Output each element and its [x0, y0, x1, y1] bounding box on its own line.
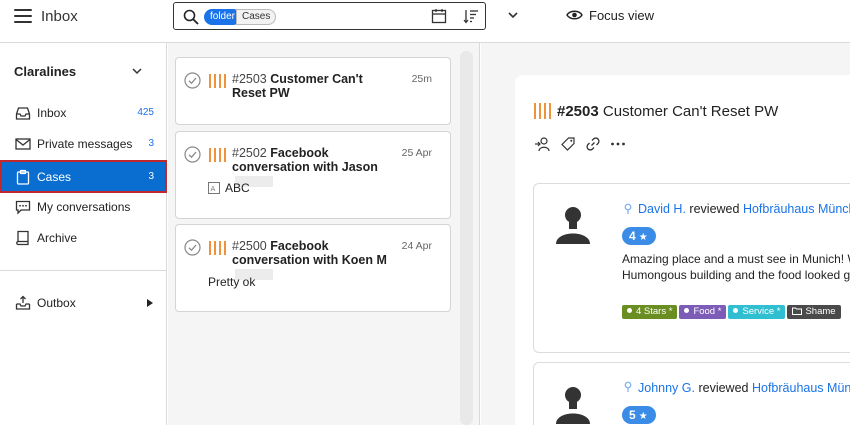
menu-icon[interactable] — [14, 9, 32, 25]
sidebar-item-my-conversations[interactable]: My conversations — [0, 193, 167, 221]
more-options-icon[interactable] — [610, 136, 626, 152]
organization-name[interactable]: Claralines — [14, 64, 76, 79]
link-icon[interactable] — [585, 136, 601, 152]
folder-icon — [792, 307, 803, 315]
translate-icon: A — [208, 182, 220, 194]
sidebar-item-label: Private messages — [37, 137, 133, 151]
reviewer-link[interactable]: David H. — [638, 202, 686, 216]
priority-icon — [209, 74, 229, 88]
case-card[interactable]: #2502 Facebook conversation with Jason 2… — [175, 131, 451, 219]
sidebar-item-private-messages[interactable]: Private messages 3 — [0, 130, 167, 158]
check-circle-icon[interactable] — [184, 239, 201, 256]
focus-view-button[interactable]: Focus view — [589, 8, 654, 23]
case-time: 25 Apr — [401, 147, 432, 159]
eye-icon[interactable] — [566, 8, 583, 22]
check-circle-icon[interactable] — [184, 146, 201, 163]
sidebar-item-archive[interactable]: Archive — [0, 224, 167, 252]
priority-icon — [209, 148, 229, 162]
sidebar-item-label: Archive — [37, 231, 78, 245]
case-time: 25m — [411, 73, 432, 85]
sidebar: Claralines Inbox 425 Private messages 3 … — [0, 43, 167, 425]
place-link[interactable]: Hofbräuhaus Münche — [752, 381, 850, 395]
review-card[interactable]: David H. reviewed Hofbräuhaus Münche 4★ … — [533, 183, 850, 353]
review-header: David H. reviewed Hofbräuhaus Münche — [638, 202, 850, 216]
divider — [0, 270, 167, 271]
sidebar-item-outbox[interactable]: Outbox — [0, 289, 167, 317]
rating-badge: 5 ★ — [622, 406, 656, 424]
envelope-icon — [15, 138, 31, 150]
place-link[interactable]: Hofbräuhaus Münche — [743, 202, 850, 216]
sidebar-item-label: My conversations — [37, 200, 131, 214]
app-title: Inbox — [41, 8, 78, 25]
label-chip[interactable]: Food * — [679, 305, 727, 319]
case-card[interactable]: #2503 Customer Can't Reset PW 25m — [175, 57, 451, 125]
check-circle-icon[interactable] — [184, 72, 201, 89]
chevron-down-icon[interactable] — [132, 67, 142, 75]
count-badge: 3 — [148, 138, 154, 149]
search-filter-value[interactable]: Cases — [236, 9, 277, 25]
review-card[interactable]: Johnny G. reviewed Hofbräuhaus Münche 5★ — [533, 362, 850, 425]
tag-icon[interactable] — [560, 136, 576, 152]
scrollbar[interactable] — [460, 51, 473, 425]
priority-icon — [534, 103, 554, 119]
assign-user-icon[interactable] — [534, 136, 550, 152]
avatar-icon — [556, 207, 590, 244]
svg-text:A: A — [211, 185, 216, 193]
case-subtitle: ABC — [225, 181, 250, 195]
book-icon — [16, 230, 29, 246]
review-text: Amazing place and a must see in Munich! … — [622, 252, 850, 282]
sidebar-item-cases[interactable]: Cases 3 — [0, 160, 167, 193]
top-bar: Inbox folder Cases Focus view — [0, 0, 850, 43]
chat-icon — [15, 200, 31, 215]
reviewer-link[interactable]: Johnny G. — [638, 381, 695, 395]
sidebar-item-inbox[interactable]: Inbox 425 — [0, 99, 167, 127]
calendar-icon[interactable] — [431, 8, 447, 24]
search-icon — [183, 9, 199, 25]
label-chip[interactable]: Service * — [728, 305, 786, 319]
priority-icon — [209, 241, 229, 255]
label-list: 4 Stars * Food * Service * Shame — [622, 301, 843, 319]
label-chip[interactable]: 4 Stars * — [622, 305, 678, 319]
sidebar-item-label: Outbox — [37, 296, 76, 310]
rating-badge: 4 ★ — [622, 227, 656, 245]
case-title: #2502 Facebook conversation with Jason — [232, 146, 400, 188]
expand-arrow-icon[interactable] — [147, 299, 153, 307]
label-chip[interactable]: Shame — [787, 305, 841, 319]
search-input[interactable]: folder Cases — [173, 2, 486, 30]
count-badge: 425 — [137, 107, 154, 118]
case-card[interactable]: #2500 Facebook conversation with Koen M … — [175, 224, 451, 312]
clipboard-icon — [16, 169, 30, 185]
case-detail-title: #2503 Customer Can't Reset PW — [557, 103, 779, 120]
sidebar-item-label: Inbox — [37, 106, 67, 120]
location-pin-icon — [624, 381, 632, 392]
case-subtitle: Pretty ok — [208, 275, 256, 289]
outbox-icon — [15, 295, 31, 310]
sidebar-item-label: Cases — [37, 170, 72, 184]
review-header: Johnny G. reviewed Hofbräuhaus Münche — [638, 381, 850, 395]
inbox-icon — [15, 107, 31, 120]
count-badge: 3 — [148, 171, 154, 182]
case-title: #2503 Customer Can't Reset PW — [232, 72, 363, 100]
sort-icon[interactable] — [463, 8, 479, 24]
case-time: 24 Apr — [401, 240, 432, 252]
case-title: #2500 Facebook conversation with Koen M — [232, 239, 400, 281]
location-pin-icon — [624, 203, 632, 214]
chevron-down-icon[interactable] — [506, 8, 520, 22]
avatar-icon — [556, 387, 590, 424]
